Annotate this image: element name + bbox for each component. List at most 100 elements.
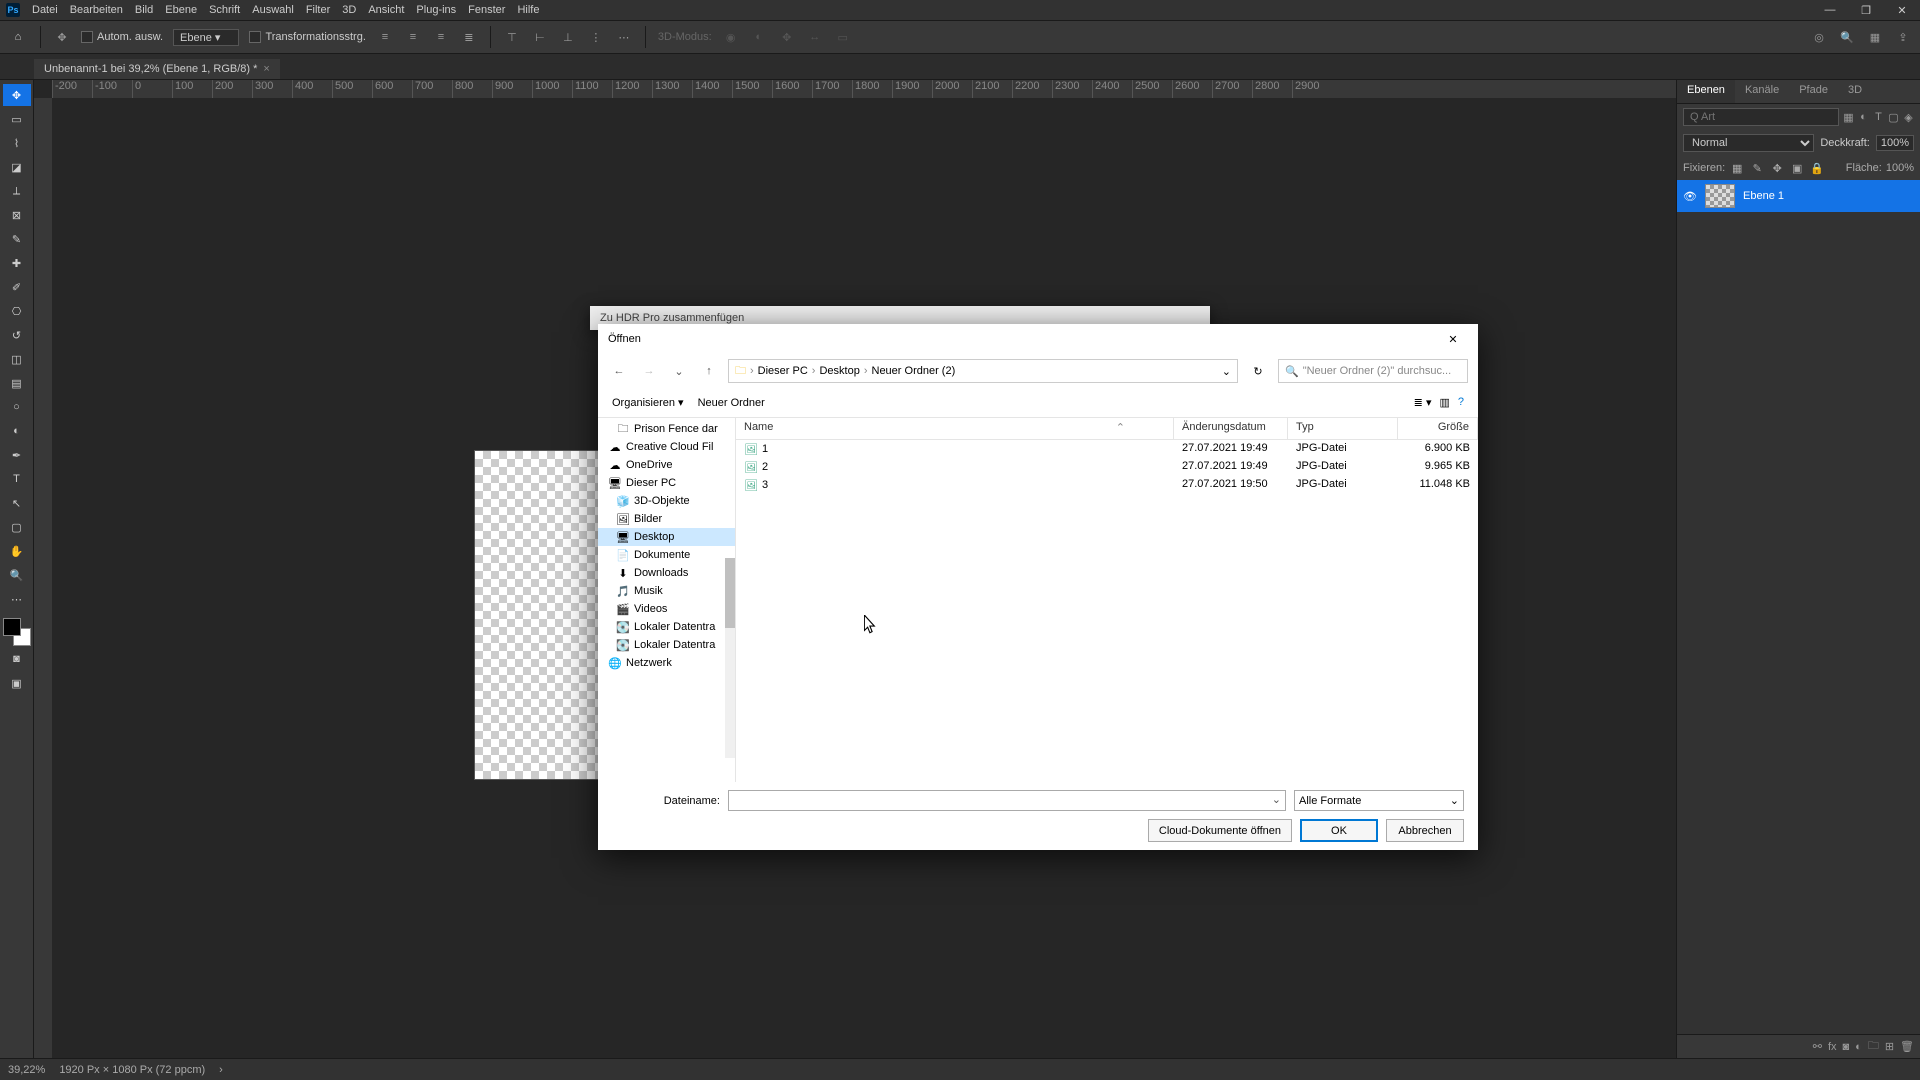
layer-thumbnail[interactable]	[1705, 184, 1735, 208]
layer-group-icon[interactable]: 🗀	[1868, 1037, 1879, 1056]
path-select-tool[interactable]: ↖	[3, 492, 31, 514]
status-chevron-icon[interactable]: ›	[219, 1064, 223, 1076]
dialog-close-button[interactable]: ✕	[1438, 326, 1468, 352]
window-restore-icon[interactable]: ❐	[1854, 2, 1878, 18]
history-brush-tool[interactable]: ↺	[3, 324, 31, 346]
menu-filter[interactable]: Filter	[306, 4, 330, 16]
align-bottom-icon[interactable]: ⊥	[559, 28, 577, 46]
tree-node[interactable]: 📄Dokumente	[598, 546, 735, 564]
auto-select-checkbox[interactable]: Autom. ausw.	[81, 31, 163, 43]
link-layers-icon[interactable]: ⚯	[1813, 1040, 1822, 1053]
tab-channels[interactable]: Kanäle	[1735, 80, 1789, 103]
tree-node[interactable]: ⬇Downloads	[598, 564, 735, 582]
tree-node[interactable]: 💽Lokaler Datentra	[598, 618, 735, 636]
tree-node[interactable]: 🎬Videos	[598, 600, 735, 618]
view-mode-button[interactable]: ≣ ▾	[1414, 396, 1432, 409]
crumb-folder[interactable]: Neuer Ordner (2)	[872, 365, 956, 377]
fill-value[interactable]: 100%	[1886, 162, 1914, 174]
layer-mask-icon[interactable]: ◙	[1843, 1041, 1850, 1053]
foreground-color-swatch[interactable]	[3, 618, 21, 636]
healing-brush-tool[interactable]: ✚	[3, 252, 31, 274]
blur-tool[interactable]: ○	[3, 396, 31, 418]
menu-file[interactable]: Datei	[32, 4, 58, 16]
select-subject-icon[interactable]: ◎	[1810, 28, 1828, 46]
dodge-tool[interactable]: ◐	[3, 420, 31, 442]
edit-toolbar-icon[interactable]: ⋯	[3, 588, 31, 610]
new-layer-icon[interactable]: ⊞	[1885, 1040, 1894, 1053]
help-button[interactable]: ?	[1458, 396, 1464, 409]
tree-node[interactable]: 🖥Dieser PC	[598, 474, 735, 492]
pen-tool[interactable]: ✒	[3, 444, 31, 466]
layer-search-input[interactable]	[1683, 108, 1839, 126]
close-tab-icon[interactable]: ×	[263, 63, 269, 75]
nav-back-button[interactable]: ←	[608, 360, 630, 382]
window-minimize-icon[interactable]: —	[1818, 2, 1842, 18]
align-middle-icon[interactable]: ⊢	[531, 28, 549, 46]
tab-paths[interactable]: Pfade	[1789, 80, 1838, 103]
column-type[interactable]: Typ	[1288, 418, 1398, 439]
nav-up-button[interactable]: ↑	[698, 360, 720, 382]
menu-select[interactable]: Auswahl	[252, 4, 294, 16]
adjustment-layer-icon[interactable]: ◐	[1855, 1041, 1862, 1053]
hand-tool[interactable]: ✋	[3, 540, 31, 562]
layer-name-label[interactable]: Ebene 1	[1743, 190, 1784, 202]
cancel-button[interactable]: Abbrechen	[1386, 819, 1464, 842]
more-options-icon[interactable]: ⋯	[615, 28, 633, 46]
zoom-level[interactable]: 39,22%	[8, 1064, 45, 1076]
share-icon[interactable]: ⇪	[1894, 28, 1912, 46]
gradient-tool[interactable]: ▤	[3, 372, 31, 394]
eraser-tool[interactable]: ◫	[3, 348, 31, 370]
type-tool[interactable]: T	[3, 468, 31, 490]
opacity-value[interactable]: 100%	[1876, 135, 1914, 151]
tree-node[interactable]: 🧊3D-Objekte	[598, 492, 735, 510]
clone-stamp-tool[interactable]: ⎔	[3, 300, 31, 322]
document-tab[interactable]: Unbenannt-1 bei 39,2% (Ebene 1, RGB/8) *…	[34, 59, 280, 79]
move-tool-icon[interactable]: ✥	[53, 28, 71, 46]
brush-tool[interactable]: ✐	[3, 276, 31, 298]
menu-view[interactable]: Ansicht	[368, 4, 404, 16]
crop-tool[interactable]: ⟂	[3, 180, 31, 202]
tree-node[interactable]: ☁Creative Cloud Fil	[598, 438, 735, 456]
menu-help[interactable]: Hilfe	[517, 4, 539, 16]
filter-pixel-icon[interactable]: ▦	[1843, 108, 1854, 126]
tab-3d[interactable]: 3D	[1838, 80, 1872, 103]
tree-node[interactable]: 🖥Desktop	[598, 528, 735, 546]
color-swatches[interactable]	[3, 618, 31, 646]
rectangular-marquee-tool[interactable]: ▭	[3, 108, 31, 130]
menu-3d[interactable]: 3D	[342, 4, 356, 16]
crumb-pc[interactable]: Dieser PC	[758, 365, 808, 377]
frame-tool[interactable]: ⊠	[3, 204, 31, 226]
tree-node[interactable]: 🌐Netzwerk	[598, 654, 735, 672]
tree-node[interactable]: 🗀Prison Fence dar	[598, 420, 735, 438]
organize-button[interactable]: Organisieren ▾	[612, 396, 684, 409]
align-top-icon[interactable]: ⊤	[503, 28, 521, 46]
align-center-icon[interactable]: ≡	[404, 28, 422, 46]
object-select-tool[interactable]: ◪	[3, 156, 31, 178]
auto-select-target[interactable]: Ebene ▾	[173, 29, 239, 46]
filename-input[interactable]: ⌄	[728, 790, 1286, 811]
file-row[interactable]: 🖼227.07.2021 19:49JPG-Datei9.965 KB	[736, 458, 1478, 476]
filter-smart-icon[interactable]: ◈	[1903, 108, 1914, 126]
lock-image-icon[interactable]: ✎	[1749, 160, 1765, 176]
workspace-icon[interactable]: ▦	[1866, 28, 1884, 46]
menu-type[interactable]: Schrift	[209, 4, 240, 16]
align-right-icon[interactable]: ≡	[432, 28, 450, 46]
file-row[interactable]: 🖼127.07.2021 19:49JPG-Datei6.900 KB	[736, 440, 1478, 458]
transform-controls-checkbox[interactable]: Transformationsstrg.	[249, 31, 365, 43]
layer-item[interactable]: 👁 Ebene 1	[1677, 180, 1920, 212]
search-icon[interactable]: 🔍	[1838, 28, 1856, 46]
menu-image[interactable]: Bild	[135, 4, 153, 16]
screen-mode-icon[interactable]: ▣	[3, 672, 31, 694]
nav-recent-button[interactable]: ⌄	[668, 360, 690, 382]
filter-shape-icon[interactable]: ▢	[1888, 108, 1899, 126]
lock-position-icon[interactable]: ✥	[1769, 160, 1785, 176]
distribute-icon[interactable]: ≣	[460, 28, 478, 46]
crumb-dropdown-icon[interactable]: ⌄	[1222, 365, 1231, 378]
layer-style-icon[interactable]: fx	[1828, 1041, 1837, 1053]
filter-adjustment-icon[interactable]: ◐	[1858, 108, 1869, 126]
refresh-button[interactable]: ↻	[1246, 359, 1270, 383]
menu-window[interactable]: Fenster	[468, 4, 505, 16]
delete-layer-icon[interactable]: 🗑	[1900, 1040, 1914, 1053]
zoom-tool[interactable]: 🔍	[3, 564, 31, 586]
quick-mask-icon[interactable]: ◙	[3, 648, 31, 670]
